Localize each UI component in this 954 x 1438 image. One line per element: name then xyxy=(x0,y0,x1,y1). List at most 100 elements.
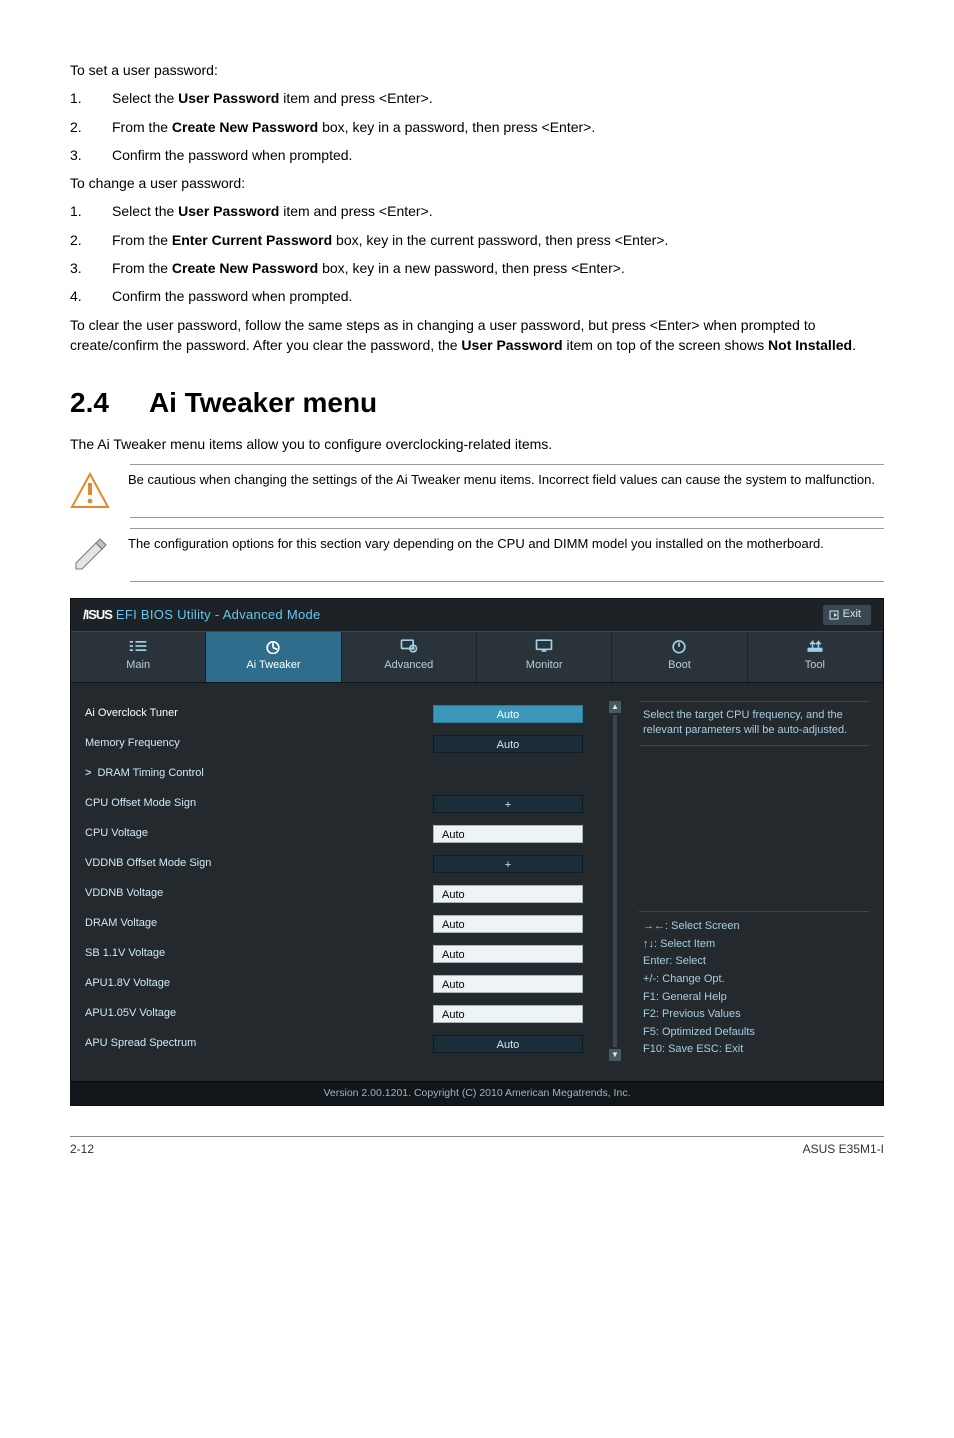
bios-panel: /ISUS EFI BIOS Utility - Advanced Mode E… xyxy=(70,598,884,1106)
scroll-up-icon[interactable]: ▲ xyxy=(609,701,621,713)
tab-icon xyxy=(534,638,554,654)
bios-title-text: EFI BIOS Utility - Advanced Mode xyxy=(112,607,321,622)
bios-scrollbar[interactable]: ▲ ▼ xyxy=(609,701,621,1061)
section-subtext: The Ai Tweaker menu items allow you to c… xyxy=(70,434,884,454)
section-number: 2.4 xyxy=(70,383,109,424)
bios-titlebar: /ISUS EFI BIOS Utility - Advanced Mode E… xyxy=(71,599,883,631)
tab-label: Boot xyxy=(668,658,691,674)
bios-row-label: SB 1.1V Voltage xyxy=(85,946,433,962)
bios-key-hints: →←: Select Screen↑↓: Select ItemEnter: S… xyxy=(639,911,869,1061)
list-item: 3.From the Create New Password box, key … xyxy=(70,258,884,278)
bios-row-ai-overclock-tuner[interactable]: Ai Overclock TunerAuto xyxy=(85,701,583,727)
key-hint: F5: Optimized Defaults xyxy=(643,1024,865,1042)
bios-row-value[interactable]: Auto xyxy=(433,735,583,753)
bios-row-cpu-voltage[interactable]: CPU VoltageAuto xyxy=(85,821,583,847)
section-heading: 2.4 Ai Tweaker menu xyxy=(70,383,884,424)
bios-row-memory-frequency[interactable]: Memory FrequencyAuto xyxy=(85,731,583,757)
key-hint: F2: Previous Values xyxy=(643,1006,865,1024)
tab-icon xyxy=(805,638,825,654)
bios-row-value[interactable]: Auto xyxy=(433,885,583,903)
exit-label: Exit xyxy=(843,607,861,623)
bios-row-apu1-05v-voltage[interactable]: APU1.05V VoltageAuto xyxy=(85,1001,583,1027)
bios-row-label: APU1.05V Voltage xyxy=(85,1006,433,1022)
scroll-down-icon[interactable]: ▼ xyxy=(609,1049,621,1061)
bios-row-value[interactable]: + xyxy=(433,855,583,873)
submenu-arrow-icon: > xyxy=(85,767,91,779)
tab-boot[interactable]: Boot xyxy=(612,632,747,682)
bios-row-dram-voltage[interactable]: DRAM VoltageAuto xyxy=(85,911,583,937)
bios-row-value[interactable]: + xyxy=(433,795,583,813)
key-hint: +/-: Change Opt. xyxy=(643,971,865,989)
bios-row-value[interactable]: Auto xyxy=(433,945,583,963)
tab-label: Ai Tweaker xyxy=(246,658,300,674)
bios-row-label: Memory Frequency xyxy=(85,736,433,752)
page-footer: 2-12 ASUS E35M1-I xyxy=(70,1136,884,1158)
bios-row-label: VDDNB Offset Mode Sign xyxy=(85,856,433,872)
bios-row-cpu-offset-mode-sign[interactable]: CPU Offset Mode Sign+ xyxy=(85,791,583,817)
info-note: The configuration options for this secti… xyxy=(130,528,884,582)
bios-row-value[interactable]: Auto xyxy=(433,915,583,933)
bios-row-value[interactable]: Auto xyxy=(433,705,583,723)
tab-label: Advanced xyxy=(384,658,433,674)
pencil-icon xyxy=(70,535,110,575)
bios-help-text: Select the target CPU frequency, and the… xyxy=(639,701,869,746)
bios-row-apu1-8v-voltage[interactable]: APU1.8V VoltageAuto xyxy=(85,971,583,997)
bios-row-label: CPU Offset Mode Sign xyxy=(85,796,433,812)
tab-ai-tweaker[interactable]: Ai Tweaker xyxy=(206,632,341,682)
exit-button[interactable]: Exit xyxy=(823,605,871,625)
tab-advanced[interactable]: Advanced xyxy=(342,632,477,682)
list-item: 1.Select the User Password item and pres… xyxy=(70,201,884,221)
bios-row-vddnb-offset-mode-sign[interactable]: VDDNB Offset Mode Sign+ xyxy=(85,851,583,877)
bios-row-dram-timing-control[interactable]: >DRAM Timing Control xyxy=(85,761,583,787)
bios-row-apu-spread-spectrum[interactable]: APU Spread SpectrumAuto xyxy=(85,1031,583,1057)
bios-brand: /ISUS xyxy=(83,607,112,622)
caution-text: Be cautious when changing the settings o… xyxy=(128,471,878,490)
tab-icon xyxy=(669,638,689,654)
tab-monitor[interactable]: Monitor xyxy=(477,632,612,682)
key-hint: F1: General Help xyxy=(643,989,865,1007)
bios-row-value[interactable]: Auto xyxy=(433,1035,583,1053)
tab-icon xyxy=(128,638,148,654)
tab-label: Tool xyxy=(805,658,825,674)
list-change: 1.Select the User Password item and pres… xyxy=(70,201,884,306)
para-set-password: To set a user password: xyxy=(70,60,884,80)
para-change-password: To change a user password: xyxy=(70,173,884,193)
caution-note: Be cautious when changing the settings o… xyxy=(130,464,884,518)
scroll-track[interactable] xyxy=(613,715,617,1047)
bios-row-value[interactable]: Auto xyxy=(433,975,583,993)
bios-tabs: Main Ai Tweaker Advanced Monitor Boot Tool xyxy=(71,631,883,683)
bios-row-label: APU Spread Spectrum xyxy=(85,1036,433,1052)
list-item: 2.From the Enter Current Password box, k… xyxy=(70,230,884,250)
para-clear-password: To clear the user password, follow the s… xyxy=(70,315,884,356)
bios-row-sb-1-1v-voltage[interactable]: SB 1.1V VoltageAuto xyxy=(85,941,583,967)
list-item: 3.Confirm the password when prompted. xyxy=(70,145,884,165)
bios-row-label: Ai Overclock Tuner xyxy=(85,706,433,722)
bios-title: /ISUS EFI BIOS Utility - Advanced Mode xyxy=(83,606,321,625)
list-item: 4.Confirm the password when prompted. xyxy=(70,286,884,306)
info-text: The configuration options for this secti… xyxy=(128,535,878,554)
key-hint: F10: Save ESC: Exit xyxy=(643,1041,865,1059)
bios-row-label: APU1.8V Voltage xyxy=(85,976,433,992)
page-number: 2-12 xyxy=(70,1141,94,1158)
tab-tool[interactable]: Tool xyxy=(748,632,883,682)
product-name: ASUS E35M1-I xyxy=(803,1141,884,1158)
tab-icon xyxy=(263,638,283,654)
exit-icon xyxy=(829,610,839,620)
bios-row-label: CPU Voltage xyxy=(85,826,433,842)
key-hint: ↑↓: Select Item xyxy=(643,936,865,954)
tab-label: Monitor xyxy=(526,658,563,674)
section-title: Ai Tweaker menu xyxy=(149,383,377,424)
bios-row-value[interactable]: Auto xyxy=(433,1005,583,1023)
list-set: 1.Select the User Password item and pres… xyxy=(70,88,884,165)
bios-row-value[interactable]: Auto xyxy=(433,825,583,843)
caution-icon xyxy=(70,471,110,511)
bios-row-label: DRAM Voltage xyxy=(85,916,433,932)
key-hint: Enter: Select xyxy=(643,953,865,971)
tab-label: Main xyxy=(126,658,150,674)
bios-settings-list: Ai Overclock TunerAutoMemory FrequencyAu… xyxy=(85,701,583,1061)
bios-body: Ai Overclock TunerAutoMemory FrequencyAu… xyxy=(71,683,883,1081)
tab-main[interactable]: Main xyxy=(71,632,206,682)
list-item: 1.Select the User Password item and pres… xyxy=(70,88,884,108)
bios-row-vddnb-voltage[interactable]: VDDNB VoltageAuto xyxy=(85,881,583,907)
bios-row-label: VDDNB Voltage xyxy=(85,886,433,902)
